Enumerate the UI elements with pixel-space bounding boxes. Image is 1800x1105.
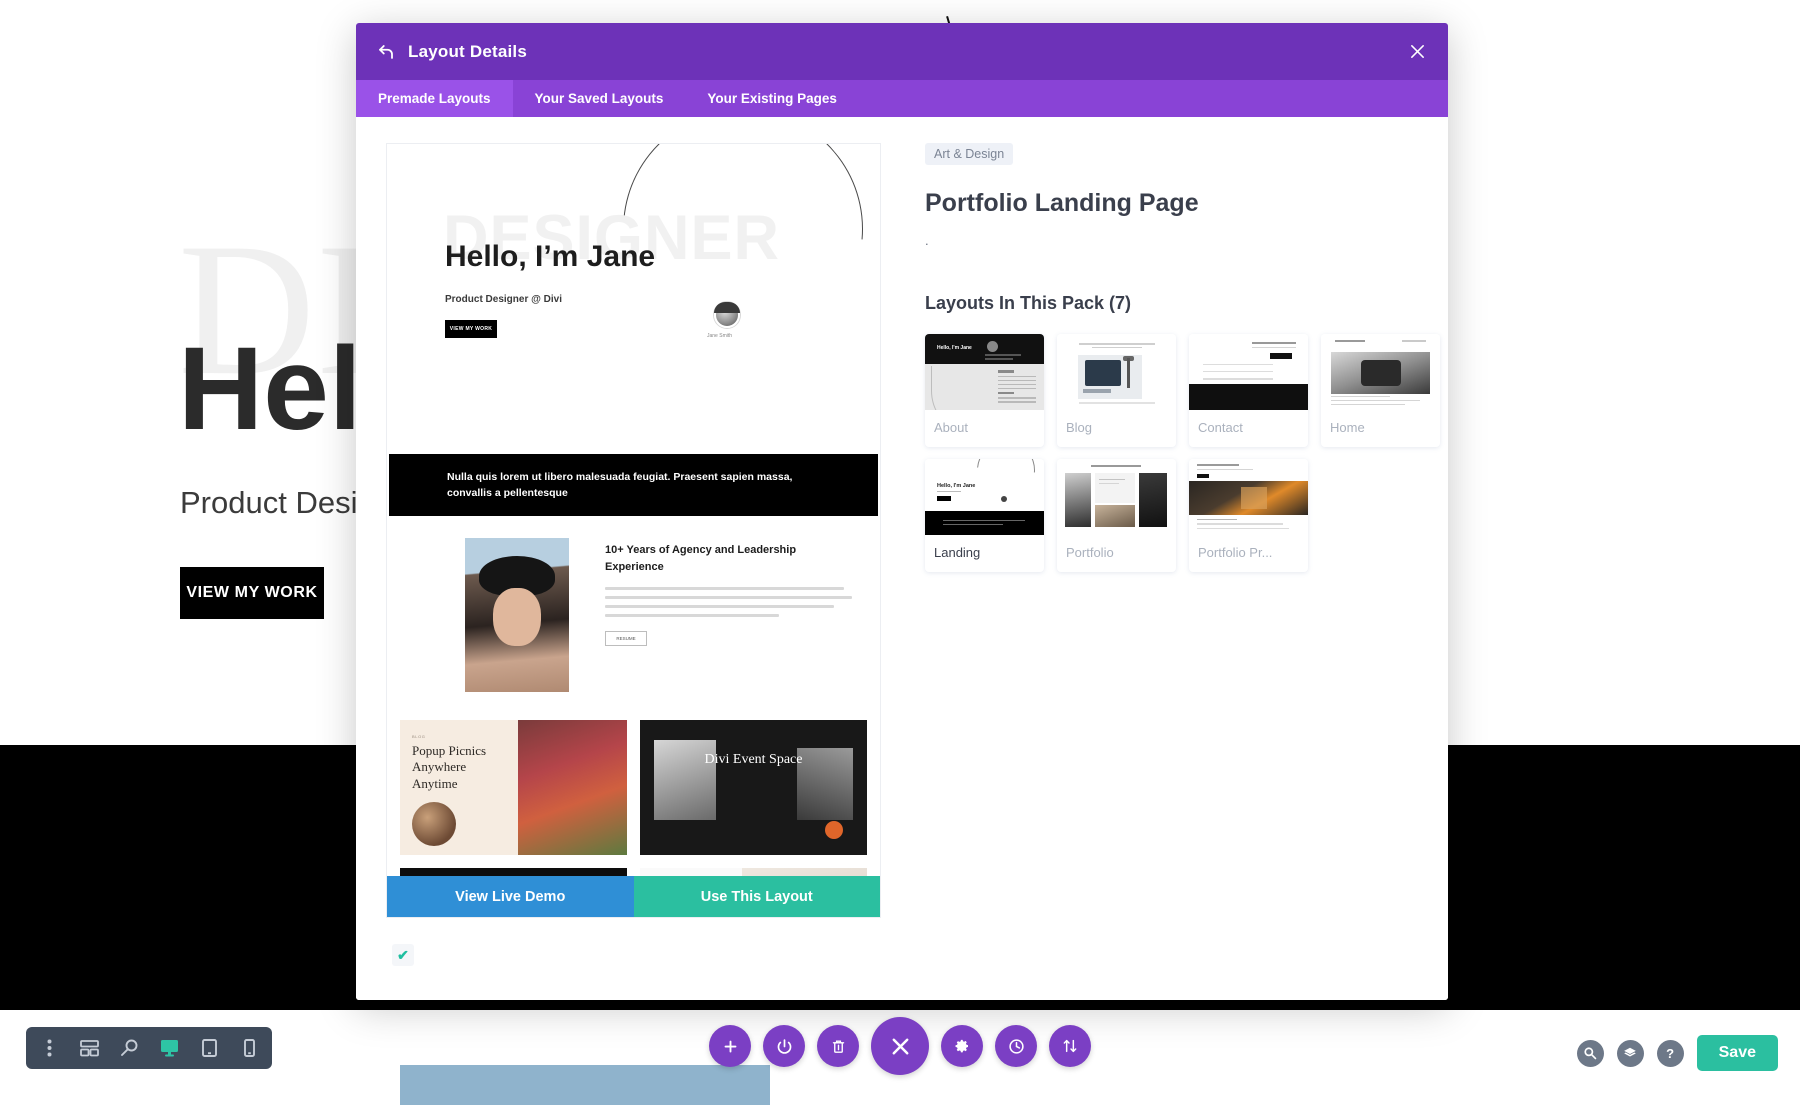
toolbar-right-group: ? Save xyxy=(1577,1035,1778,1071)
pack-card-contact[interactable]: Contact xyxy=(1189,334,1308,447)
help-icon[interactable]: ? xyxy=(1657,1040,1684,1067)
preview-card-event-title: Divi Event Space xyxy=(705,752,803,769)
toolbar-left-group xyxy=(26,1027,272,1069)
pack-heading: Layouts In This Pack (7) xyxy=(925,293,1440,314)
preview-resume-button: RESUME xyxy=(605,631,647,646)
about-thumbnail: Hello, I'm Jane xyxy=(925,334,1044,410)
preview-card-light xyxy=(640,868,867,876)
power-icon[interactable] xyxy=(763,1025,805,1067)
preview-card-organic-flower-farm: Organic Flower Farm xyxy=(400,868,627,876)
preview-hero-subheading: Product Designer @ Divi xyxy=(445,294,562,305)
landing-thumbnail: Hello, I'm Jane xyxy=(925,459,1044,535)
modal-header: Layout Details xyxy=(356,23,1448,80)
pack-card-label: About xyxy=(925,410,1044,447)
trash-icon[interactable] xyxy=(817,1025,859,1067)
pack-card-portfolio[interactable]: Portfolio xyxy=(1057,459,1176,572)
close-x-icon[interactable] xyxy=(871,1017,929,1075)
preview-about-section: 10+ Years of Agency and Leadership Exper… xyxy=(387,516,880,720)
preview-card-accent-dot xyxy=(825,821,843,839)
modal-tabs: Premade Layouts Your Saved Layouts Your … xyxy=(356,80,1448,117)
preview-card-title: Popup Picnics Anywhere Anytime xyxy=(412,743,512,792)
contact-thumbnail xyxy=(1189,334,1308,410)
portfolio-thumbnail xyxy=(1057,459,1176,535)
pack-card-about[interactable]: Hello, I'm Jane About xyxy=(925,334,1044,447)
blog-thumbnail xyxy=(1057,334,1176,410)
category-badge: Art & Design xyxy=(925,143,1013,165)
plus-icon[interactable] xyxy=(709,1025,751,1067)
gear-icon[interactable] xyxy=(941,1025,983,1067)
sort-icon[interactable] xyxy=(1049,1025,1091,1067)
preview-about-text: 10+ Years of Agency and Leadership Exper… xyxy=(605,538,854,692)
preview-card-light-photo xyxy=(742,868,867,876)
pack-layouts-grid: Hello, I'm Jane About Blog xyxy=(925,334,1440,572)
wireframe-icon[interactable] xyxy=(78,1037,100,1059)
save-button[interactable]: Save xyxy=(1697,1035,1778,1071)
pack-card-label: Portfolio Pr... xyxy=(1189,535,1308,572)
layout-preview-scroll[interactable]: DESIGNER Hello, I’m Jane Product Designe… xyxy=(387,144,880,876)
modal-title: Layout Details xyxy=(408,42,527,62)
portfolio-project-thumbnail xyxy=(1189,459,1308,535)
pack-card-portfolio-project[interactable]: Portfolio Pr... xyxy=(1189,459,1308,572)
hero-cta-button[interactable]: VIEW MY WORK xyxy=(180,567,324,619)
toolbar-center-group xyxy=(709,1017,1091,1075)
home-thumbnail xyxy=(1321,334,1440,410)
back-arrow-icon[interactable] xyxy=(376,42,396,62)
close-icon[interactable] xyxy=(1406,41,1428,63)
layout-info-column: Art & Design Portfolio Landing Page . La… xyxy=(881,143,1448,1000)
preview-card-circle-image xyxy=(412,802,456,846)
pack-card-home[interactable]: Home xyxy=(1321,334,1440,447)
modal-body: DESIGNER Hello, I’m Jane Product Designe… xyxy=(356,117,1448,1000)
pack-card-blog[interactable]: Blog xyxy=(1057,334,1176,447)
preview-card-popup-picnics: BLOG Popup Picnics Anywhere Anytime xyxy=(400,720,627,855)
preview-about-photo xyxy=(465,538,569,692)
history-icon[interactable] xyxy=(995,1025,1037,1067)
preview-card-divi-event-space: Divi Event Space xyxy=(640,720,867,855)
zoom-out-icon[interactable] xyxy=(118,1037,140,1059)
preview-card-image-right xyxy=(797,748,853,820)
preview-avatar-caption: Jane Smith xyxy=(707,333,732,339)
search-icon[interactable] xyxy=(1577,1040,1604,1067)
tab-your-existing-pages[interactable]: Your Existing Pages xyxy=(685,80,859,117)
phone-icon[interactable] xyxy=(238,1037,260,1059)
page-title: Portfolio Landing Page xyxy=(925,189,1440,218)
pack-card-landing[interactable]: Hello, I'm Jane Landing xyxy=(925,459,1044,572)
tab-your-saved-layouts[interactable]: Your Saved Layouts xyxy=(513,80,686,117)
preview-card-photo xyxy=(518,720,627,855)
layout-description: . xyxy=(925,233,1440,248)
layers-icon[interactable] xyxy=(1617,1040,1644,1067)
layout-preview-frame: DESIGNER Hello, I’m Jane Product Designe… xyxy=(386,143,881,918)
checkmark-icon[interactable]: ✔ xyxy=(392,944,414,966)
preview-hero: DESIGNER Hello, I’m Jane Product Designe… xyxy=(387,144,880,454)
preview-card-kicker: BLOG xyxy=(412,734,512,739)
layout-details-modal: Layout Details Premade Layouts Your Save… xyxy=(356,23,1448,1000)
preview-avatar-hat xyxy=(714,302,740,313)
preview-hero-heading: Hello, I’m Jane xyxy=(445,240,655,274)
pack-card-label: Portfolio xyxy=(1057,535,1176,572)
pack-card-label: Home xyxy=(1321,410,1440,447)
preview-hero-button: VIEW MY WORK xyxy=(445,320,497,338)
tab-premade-layouts[interactable]: Premade Layouts xyxy=(356,80,513,117)
pack-card-label: Blog xyxy=(1057,410,1176,447)
view-live-demo-button[interactable]: View Live Demo xyxy=(387,876,634,917)
preview-action-buttons: View Live Demo Use This Layout xyxy=(387,876,880,917)
layout-preview-column: DESIGNER Hello, I’m Jane Product Designe… xyxy=(386,143,881,1000)
preview-quote-text: Nulla quis lorem ut libero malesuada feu… xyxy=(447,469,820,502)
preview-about-body-lines xyxy=(605,587,854,617)
pack-card-label: Contact xyxy=(1189,410,1308,447)
more-vertical-icon[interactable] xyxy=(38,1037,60,1059)
preview-about-heading: 10+ Years of Agency and Leadership Exper… xyxy=(605,542,854,575)
pack-card-label: Landing xyxy=(925,535,1044,572)
desktop-icon[interactable] xyxy=(158,1037,180,1059)
preview-quote-band: Nulla quis lorem ut libero malesuada feu… xyxy=(389,454,878,516)
preview-feature-cards: BLOG Popup Picnics Anywhere Anytime Divi… xyxy=(387,720,880,868)
use-this-layout-button[interactable]: Use This Layout xyxy=(634,876,881,917)
preview-feature-cards-row2: Organic Flower Farm xyxy=(387,868,880,876)
tablet-icon[interactable] xyxy=(198,1037,220,1059)
